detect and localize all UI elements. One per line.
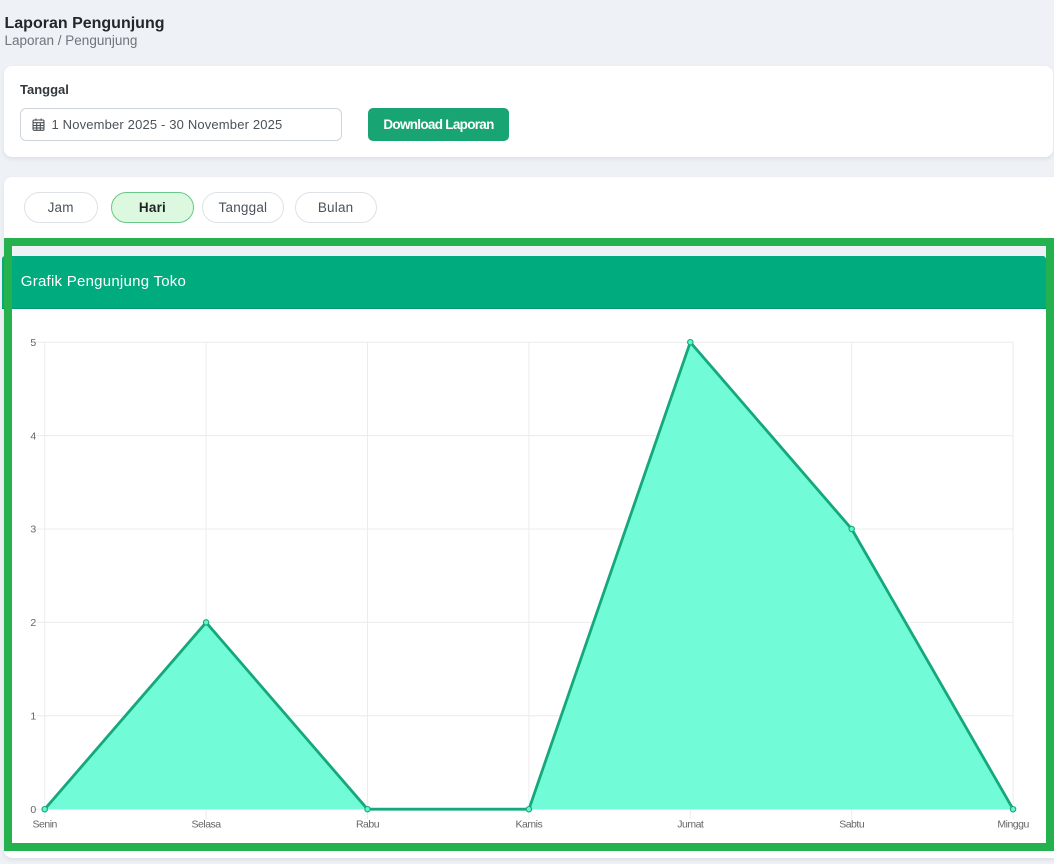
svg-text:0: 0: [30, 804, 36, 816]
svg-text:Senin: Senin: [32, 819, 57, 831]
svg-text:Sabtu: Sabtu: [839, 819, 865, 831]
svg-text:2: 2: [30, 617, 36, 629]
svg-text:Selasa: Selasa: [191, 819, 221, 831]
svg-text:3: 3: [30, 524, 36, 536]
svg-text:Rabu: Rabu: [356, 819, 380, 831]
svg-text:4: 4: [30, 430, 36, 442]
svg-text:Kamis: Kamis: [515, 819, 542, 831]
svg-text:1: 1: [30, 711, 36, 723]
svg-text:5: 5: [30, 337, 36, 349]
svg-text:Jumat: Jumat: [677, 819, 704, 831]
svg-text:Minggu: Minggu: [997, 819, 1029, 831]
